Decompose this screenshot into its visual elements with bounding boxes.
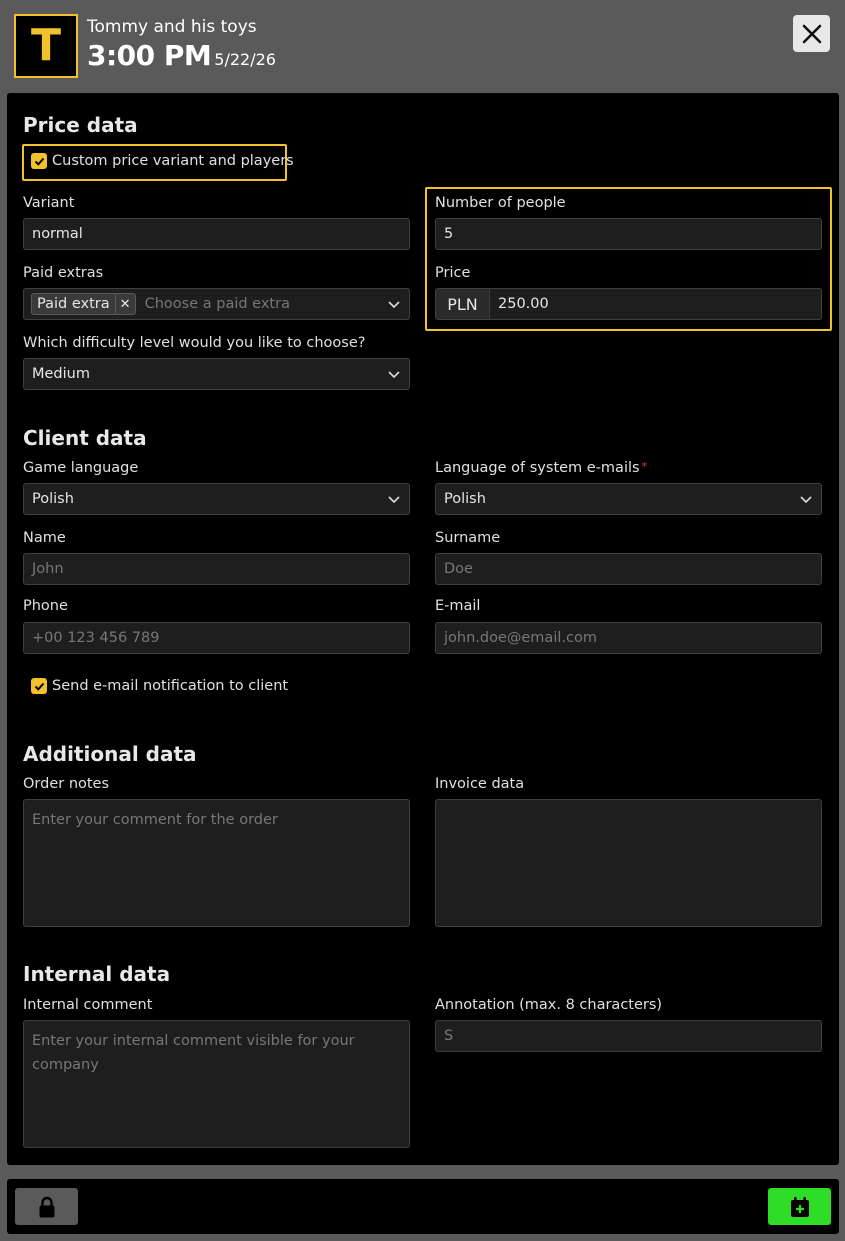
order-notes-textarea[interactable]: Enter your comment for the order <box>23 799 410 927</box>
lock-button[interactable] <box>15 1188 78 1225</box>
extras-label: Paid extras <box>23 265 104 281</box>
name-input[interactable]: John <box>23 553 410 585</box>
custom-price-label[interactable]: Custom price variant and players <box>52 153 294 169</box>
booking-title: Tommy and his toys <box>87 17 257 37</box>
extras-tag: Paid extra ✕ <box>31 293 136 315</box>
people-input[interactable]: 5 <box>435 218 822 250</box>
checkmark-icon <box>34 682 44 691</box>
order-notes-label: Order notes <box>23 776 110 792</box>
internal-comment-textarea[interactable]: Enter your internal comment visible for … <box>23 1020 410 1148</box>
difficulty-select[interactable]: Medium <box>23 358 410 390</box>
add-booking-button[interactable] <box>768 1188 831 1225</box>
lock-icon <box>39 1196 54 1217</box>
modal-header: T Tommy and his toys 3:00 PM 5/22/26 <box>0 0 845 93</box>
checkmark-icon <box>34 157 44 166</box>
price-input-group: PLN 250.00 <box>435 288 822 320</box>
email-language-label: Language of system e-mails * <box>435 460 648 476</box>
venue-logo: T <box>14 14 78 78</box>
close-button[interactable] <box>793 15 830 52</box>
remove-tag-icon[interactable]: ✕ <box>114 294 135 314</box>
name-label: Name <box>23 530 66 546</box>
extras-placeholder: Choose a paid extra <box>144 296 290 312</box>
surname-label: Surname <box>435 530 501 546</box>
email-language-select[interactable]: Polish <box>435 483 822 515</box>
section-title-internal-data: Internal data <box>23 962 171 986</box>
invoice-textarea[interactable] <box>435 799 822 927</box>
chevron-down-icon <box>388 301 400 309</box>
phone-input[interactable]: +00 123 456 789 <box>23 622 410 654</box>
section-title-client-data: Client data <box>23 426 147 450</box>
game-language-label: Game language <box>23 460 139 476</box>
email-input[interactable]: john.doe@email.com <box>435 622 822 654</box>
surname-input[interactable]: Doe <box>435 553 822 585</box>
annotation-label: Annotation (max. 8 characters) <box>435 997 663 1013</box>
section-title-price-data: Price data <box>23 113 138 137</box>
variant-input[interactable]: normal <box>23 218 410 250</box>
custom-price-checkbox[interactable] <box>31 153 47 169</box>
price-label: Price <box>435 265 471 281</box>
invoice-label: Invoice data <box>435 776 525 792</box>
variant-label: Variant <box>23 195 75 211</box>
email-label: E-mail <box>435 598 481 614</box>
booking-time: 3:00 PM 5/22/26 <box>87 39 276 72</box>
people-label: Number of people <box>435 195 566 211</box>
modal-footer <box>7 1179 839 1234</box>
internal-comment-label: Internal comment <box>23 997 153 1013</box>
game-language-select[interactable]: Polish <box>23 483 410 515</box>
booking-date: 5/22/26 <box>214 50 276 69</box>
annotation-input[interactable]: S <box>435 1020 822 1052</box>
price-input[interactable]: 250.00 <box>490 296 549 312</box>
required-marker: * <box>641 460 648 473</box>
section-title-additional-data: Additional data <box>23 742 197 766</box>
notify-checkbox[interactable] <box>31 678 47 694</box>
extras-select[interactable]: Paid extra ✕ Choose a paid extra <box>23 288 410 320</box>
phone-label: Phone <box>23 598 68 614</box>
currency-addon: PLN <box>436 289 490 319</box>
chevron-down-icon <box>388 496 400 504</box>
close-icon <box>802 24 821 43</box>
calendar-plus-icon <box>790 1196 809 1217</box>
notify-label[interactable]: Send e-mail notification to client <box>52 678 288 694</box>
chevron-down-icon <box>800 496 812 504</box>
extras-tag-group: Paid extra ✕ Choose a paid extra <box>31 293 290 315</box>
difficulty-label: Which difficulty level would you like to… <box>23 335 366 351</box>
chevron-down-icon <box>388 371 400 379</box>
